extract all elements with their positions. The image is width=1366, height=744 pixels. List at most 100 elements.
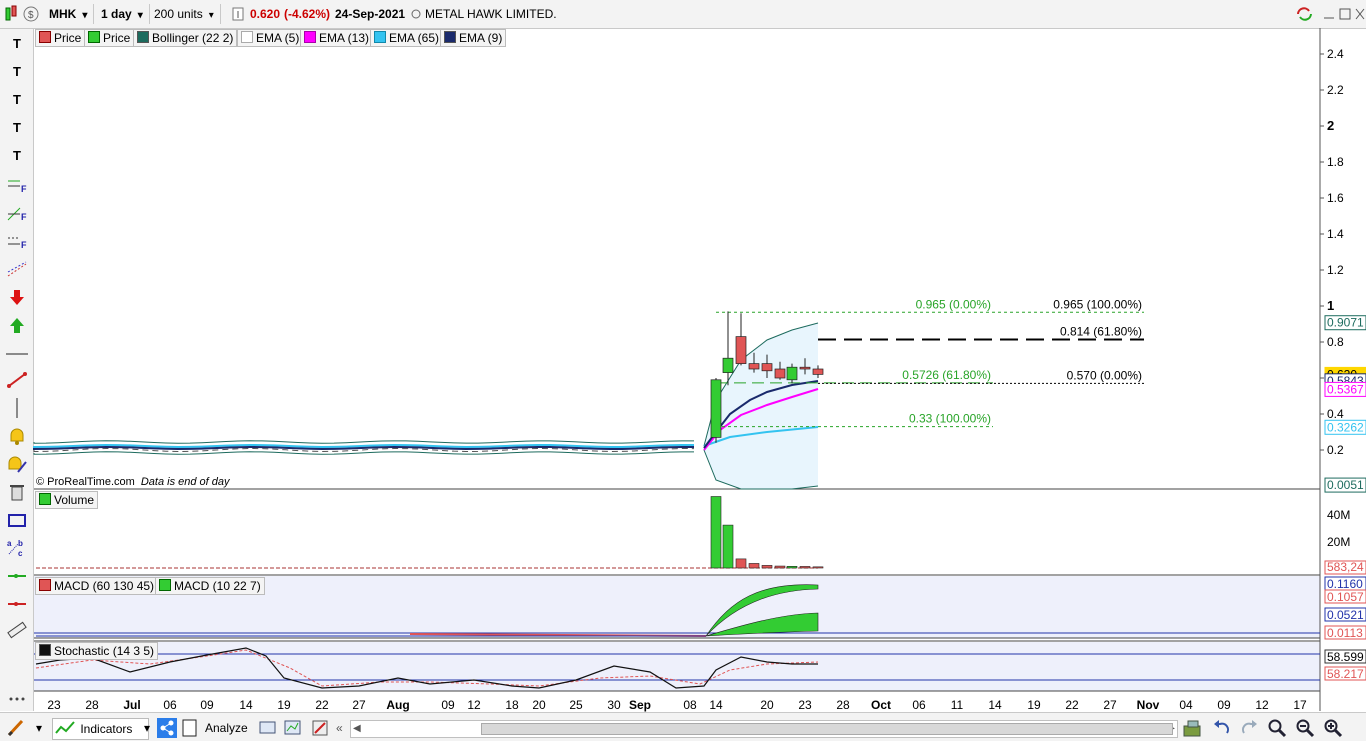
text-tool-icon[interactable]: T (6, 118, 28, 138)
minimize-icon[interactable] (1323, 4, 1335, 24)
price-label-box (1324, 381, 1366, 397)
stoch-label: 58.217 (1327, 667, 1364, 681)
pencil-icon[interactable] (6, 718, 26, 738)
svg-text:a: a (7, 539, 12, 548)
analyze-icon[interactable] (180, 718, 200, 738)
share-icon[interactable] (157, 718, 177, 738)
fib-tool-icon[interactable]: F (6, 176, 28, 196)
alert-icon[interactable] (6, 426, 28, 446)
fib-fan-icon[interactable]: F (6, 204, 28, 224)
legend-bollinger[interactable]: Bollinger (22 2) (133, 29, 238, 47)
point-labels-icon[interactable]: abc (6, 538, 28, 558)
undo-icon[interactable] (1212, 718, 1232, 738)
watermark: © ProRealTime.com Data is end of day (36, 476, 230, 488)
date-tick-label: 28 (836, 698, 850, 712)
scroll-left-fast-icon[interactable]: « (336, 718, 343, 738)
legend-ema9[interactable]: EMA (9) (440, 29, 507, 47)
time-scrollbar[interactable]: ◀ ▶ (350, 720, 1178, 738)
price-chart[interactable]: 0.965 (0.00%) 0.965 (100.00%) 0.814 (61.80… (0, 0, 1366, 740)
trend-line-icon[interactable] (6, 370, 28, 390)
date-tick-label: 19 (277, 698, 291, 712)
price-label: 0.5367 (1327, 382, 1364, 396)
price-tick-label: 0.4 (1327, 407, 1344, 421)
refresh-icon[interactable] (1294, 4, 1316, 24)
candle-body (722, 357, 734, 373)
date-tick-label: 14 (239, 698, 253, 712)
legend-ema9-label: EMA (9) (459, 31, 503, 45)
macd-label: 0.1057 (1327, 590, 1364, 604)
indicators-menu-icon[interactable]: ▾ (144, 718, 156, 738)
scrollbar-thumb[interactable] (481, 723, 1173, 735)
maximize-icon[interactable] (1339, 4, 1351, 24)
price-label: 0.9071 (1327, 316, 1364, 330)
indicators-button[interactable]: Indicators (52, 718, 149, 740)
rectangle-icon[interactable] (6, 510, 28, 530)
redo-icon[interactable] (1239, 718, 1259, 738)
chart-type-icon[interactable]: $ (4, 4, 42, 24)
pencil-menu-icon[interactable]: ▾ (36, 718, 48, 738)
arrow-up-icon[interactable] (6, 316, 28, 336)
zoom-in-icon[interactable] (1323, 718, 1343, 738)
legend-macd-2[interactable]: MACD (10 22 7) (155, 577, 265, 595)
ema9-history (33, 446, 695, 451)
price-tick-label: 2 (1327, 118, 1334, 133)
date-tick-label: 19 (1027, 698, 1041, 712)
trash-icon[interactable] (6, 482, 28, 502)
legend-price-2[interactable]: Price (84, 29, 135, 47)
measure-icon[interactable] (6, 620, 28, 640)
text-tool-icon[interactable]: T (6, 34, 28, 54)
channel-tool-icon[interactable] (6, 260, 28, 280)
symbol-select[interactable]: MHK (49, 4, 95, 24)
vertical-line-icon[interactable] (6, 398, 28, 418)
analyze-button[interactable]: Analyze (205, 718, 248, 738)
legend-ema5[interactable]: EMA (5) (237, 29, 304, 47)
ema13-line (703, 388, 819, 451)
alert-edit-icon[interactable] (6, 454, 28, 474)
horizontal-line-icon[interactable] (6, 344, 28, 364)
zoom-out-icon[interactable] (1295, 718, 1315, 738)
candle-body (786, 366, 798, 381)
price-tick-label: 1.2 (1327, 263, 1344, 277)
svg-text:$: $ (28, 10, 34, 21)
date-tick-label: 23 (798, 698, 812, 712)
volume-bar (799, 566, 811, 569)
macd-label: 0.1160 (1327, 577, 1363, 591)
legend-volume[interactable]: Volume (35, 491, 99, 509)
segment-red-icon[interactable] (6, 594, 28, 614)
segment-icon[interactable] (6, 566, 28, 586)
legend-stochastic[interactable]: Stochastic (14 3 5) (35, 642, 159, 660)
historical-lines (33, 440, 695, 455)
zoom-auto-icon[interactable] (1267, 718, 1287, 738)
backtest-icon[interactable] (310, 718, 330, 738)
fib-label: 0.965 (0.00%) (916, 297, 991, 311)
text-tool-icon[interactable]: T (6, 90, 28, 110)
bollinger-lower-history (33, 451, 695, 455)
chat-icon[interactable] (258, 718, 278, 738)
text-tool-icon[interactable]: T (6, 62, 28, 82)
legend-ema13[interactable]: EMA (13) (300, 29, 374, 47)
interval-select[interactable]: 1 day (101, 4, 150, 24)
indicator-lines (703, 322, 819, 490)
close-icon[interactable] (1355, 4, 1365, 24)
last-price: 0.620 (250, 7, 281, 21)
legend-price-label: Price (54, 31, 82, 45)
legend-ema65[interactable]: EMA (65) (370, 29, 444, 47)
fib-lines-icon[interactable]: F (6, 232, 28, 252)
legend-macd1-label: MACD (60 130 45) (54, 579, 155, 593)
date-tick-label: 12 (467, 698, 481, 712)
volume-bar (735, 558, 747, 569)
more-tools-icon[interactable] (6, 689, 28, 709)
ema65-history (33, 444, 695, 449)
info-icon[interactable] (232, 4, 244, 24)
legend-price-label: Price (103, 31, 131, 45)
price-axis: 2.4 2.2 2 1.8 1.6 1.4 1.2 1 0.8 0.6 0.4 0.2 0.9071 0.… (1320, 47, 1366, 681)
legend-price-1[interactable]: Price (35, 29, 86, 47)
screener-icon[interactable] (283, 718, 303, 738)
legend-macd-1[interactable]: MACD (60 130 45) (35, 577, 159, 595)
units-select[interactable]: 200 units (154, 4, 221, 24)
arrow-down-icon[interactable] (6, 288, 28, 308)
tile-icon[interactable] (1182, 718, 1202, 738)
fib-label: 0.814 (61.80%) (1060, 324, 1142, 338)
text-tool-icon[interactable]: T (6, 146, 28, 166)
price-label-box (1324, 366, 1366, 382)
